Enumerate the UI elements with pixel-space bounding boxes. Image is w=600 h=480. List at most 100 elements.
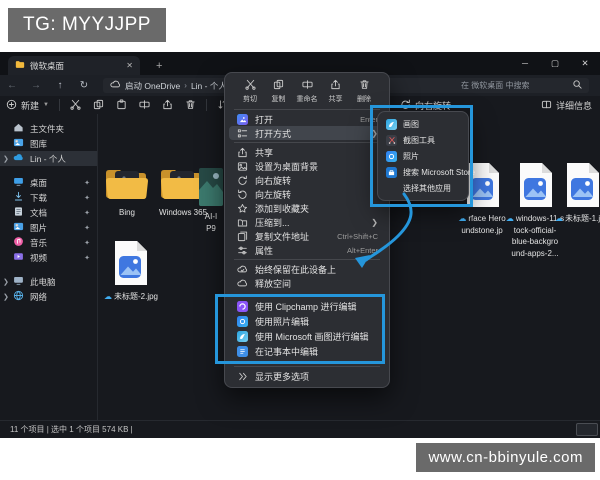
rename-icon xyxy=(302,79,313,92)
menu-item-cloudfree[interactable]: 释放空间 xyxy=(229,276,385,290)
search-placeholder: 在 微软桌面 中搜索 xyxy=(461,80,529,91)
paint-icon xyxy=(236,331,248,342)
menu-item-rotateleft[interactable]: 向左旋转 xyxy=(229,187,385,201)
sidebar-item-pictures[interactable]: 图片✦ xyxy=(0,220,97,235)
share-button[interactable] xyxy=(156,99,179,112)
menu-item-label: 复制文件地址 xyxy=(255,230,330,243)
file-label: ☁未标题-1.jpg xyxy=(552,213,600,225)
sidebar-item-label: 此电脑 xyxy=(30,276,56,288)
menu-item-moreoptions[interactable]: 显示更多选项 xyxy=(229,369,385,383)
menu-item-paint[interactable]: 使用 Microsoft 画图进行编辑 xyxy=(229,329,380,344)
sidebar-item-desktop[interactable]: 桌面✦ xyxy=(0,175,97,190)
menu-item-cloudpin[interactable]: 始终保留在此设备上 xyxy=(229,262,385,276)
quick-share-button[interactable]: 共享 xyxy=(323,79,349,104)
view-toggle[interactable] xyxy=(576,423,598,436)
menu-item-label: 打开方式 xyxy=(255,127,364,140)
close-button[interactable]: ✕ xyxy=(570,52,600,75)
file-main-3[interactable]: ☁未标题-2.jpg xyxy=(104,240,156,303)
sidebar-item-pc[interactable]: ❯ 此电脑 xyxy=(0,274,97,289)
rename-button[interactable] xyxy=(133,99,156,112)
menu-item-copypath[interactable]: 复制文件地址Ctrl+Shift+C xyxy=(229,229,385,243)
menu-item-open[interactable]: 打开Enter xyxy=(229,112,385,126)
rotateright-icon xyxy=(400,99,411,112)
sidebar-item-documents[interactable]: 文档✦ xyxy=(0,205,97,220)
cut-icon xyxy=(70,99,81,112)
sidebar-item-downloads[interactable]: 下载✦ xyxy=(0,190,97,205)
back-button[interactable]: ← xyxy=(0,80,24,91)
documents-icon xyxy=(13,206,24,219)
sidebar-item-music[interactable]: 音乐✦ xyxy=(0,235,97,250)
sidebar-item-onedrive[interactable]: ❯Lin - 个人 xyxy=(0,151,97,166)
forward-button[interactable]: → xyxy=(24,80,48,91)
quick-copy-button[interactable]: 复制 xyxy=(266,79,292,104)
tab-close-icon[interactable]: ✕ xyxy=(126,61,133,70)
new-button[interactable]: 新建▼ xyxy=(0,99,55,112)
paste-button[interactable] xyxy=(110,99,133,112)
cut-button[interactable] xyxy=(64,99,87,112)
file-label: ☁未标题-2.jpg xyxy=(104,291,156,303)
copy-icon xyxy=(273,79,284,92)
menu-item-wallpaper[interactable]: 设置为桌面背景 xyxy=(229,159,385,173)
new-tab-button[interactable]: + xyxy=(156,60,162,75)
menu-item-photos[interactable]: 使用照片编辑 xyxy=(229,314,380,329)
quick-rename-button[interactable]: 重命名 xyxy=(294,79,320,104)
sidebar-item-videos[interactable]: 视频✦ xyxy=(0,250,97,265)
rotate-right-button[interactable]: 向右旋转 xyxy=(394,99,457,112)
menu-item-properties[interactable]: 属性Alt+Enter xyxy=(229,243,385,257)
quick-cut-button[interactable]: 剪切 xyxy=(237,79,263,104)
menu-item-label: 设置为桌面背景 xyxy=(255,160,378,173)
menu-item-label: 释放空间 xyxy=(255,277,378,290)
breadcrumb-item[interactable]: 启动 OneDrive xyxy=(125,80,180,92)
expand-chevron-icon[interactable]: ❯ xyxy=(3,278,9,286)
explorer-tab[interactable]: 微软桌面 ✕ xyxy=(8,56,140,75)
quick-delete-button[interactable]: 删除 xyxy=(351,79,377,104)
submenu-item-photos[interactable]: 照片 xyxy=(381,148,465,164)
sidebar-item-home[interactable]: 主文件夹 xyxy=(0,121,97,136)
zip-icon xyxy=(236,217,248,228)
sidebar-item-network[interactable]: ❯网络 xyxy=(0,289,97,304)
submenu-item-store[interactable]: 搜索 Microsoft Store xyxy=(381,164,465,180)
menu-item-label: 使用 Clipchamp 进行编辑 xyxy=(255,300,373,313)
details-button[interactable]: 详细信息 xyxy=(556,99,592,112)
more-button[interactable]: … xyxy=(457,100,478,110)
delete-button[interactable] xyxy=(179,99,202,112)
refresh-button[interactable]: ↻ xyxy=(72,80,96,91)
menu-item-openwith[interactable]: 打开方式❯ xyxy=(229,126,385,140)
up-button[interactable]: ↑ xyxy=(48,80,72,91)
expand-chevron-icon[interactable]: ❯ xyxy=(3,155,9,163)
submenu-item-paint[interactable]: 画图 xyxy=(381,116,465,132)
minimize-button[interactable]: ─ xyxy=(510,52,540,75)
menu-item-star[interactable]: 添加到收藏夹 xyxy=(229,201,385,215)
menu-item-clipchamp[interactable]: 使用 Clipchamp 进行编辑 xyxy=(229,299,380,314)
menu-item-notepad[interactable]: 在记事本中编辑 xyxy=(229,344,380,359)
onedrive-cloud-icon xyxy=(110,79,121,92)
menu-item-label: 始终保留在此设备上 xyxy=(255,263,378,276)
details-icon xyxy=(541,99,552,112)
sidebar-item-gallery[interactable]: 图库 xyxy=(0,136,97,151)
submenu-item-choose-other-app[interactable]: 选择其他应用 xyxy=(381,180,465,196)
cloud-sync-icon: ☁ xyxy=(555,214,563,223)
submenu-item-label: 选择其他应用 xyxy=(403,183,451,194)
desktop-icon xyxy=(13,176,24,189)
maximize-button[interactable]: ▢ xyxy=(540,52,570,75)
music-icon xyxy=(13,236,24,249)
menu-item-zip[interactable]: 压缩到...❯ xyxy=(229,215,385,229)
file-right-2[interactable]: ☁未标题-1.jpg xyxy=(552,162,600,225)
file-main-0[interactable]: Bing xyxy=(104,166,150,219)
menu-shortcut: Alt+Enter xyxy=(347,246,378,255)
quick-action-label: 共享 xyxy=(329,94,343,104)
photos-icon xyxy=(386,151,397,162)
copy-button[interactable] xyxy=(87,99,110,112)
menu-item-rotateright[interactable]: 向右旋转 xyxy=(229,173,385,187)
breadcrumb-item[interactable]: Lin - 个人 xyxy=(191,80,227,92)
expand-chevron-icon[interactable]: ❯ xyxy=(3,293,9,301)
rotateright-icon xyxy=(236,175,248,186)
search-input[interactable]: 在 微软桌面 中搜索 xyxy=(455,78,589,93)
submenu-item-snipping[interactable]: 截图工具 xyxy=(381,132,465,148)
menu-shortcut: Enter xyxy=(360,115,378,124)
notepad-icon xyxy=(236,346,248,357)
clipchamp-icon xyxy=(236,301,248,312)
menu-item-share[interactable]: 共享 xyxy=(229,145,385,159)
delete-icon xyxy=(359,79,370,92)
submenu-chevron-icon: ❯ xyxy=(371,218,378,227)
